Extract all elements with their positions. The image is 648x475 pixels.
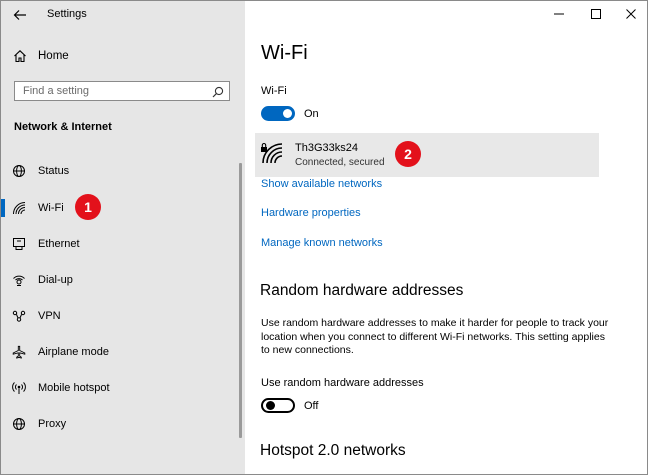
globe-icon xyxy=(12,417,26,431)
network-name: Th3G33ks24 xyxy=(295,142,358,154)
random-hardware-option-label: Use random hardware addresses xyxy=(261,377,424,389)
search-input[interactable] xyxy=(15,82,213,100)
search-icon[interactable] xyxy=(212,85,224,98)
wifi-toggle-state: On xyxy=(304,108,319,120)
random-hardware-description: Use random hardware addresses to make it… xyxy=(261,317,609,356)
wifi-toggle-label: Wi-Fi xyxy=(261,85,287,97)
home-icon xyxy=(13,49,27,63)
random-hardware-section-title: Random hardware addresses xyxy=(260,282,464,299)
toggle-knob xyxy=(283,109,292,118)
selection-indicator xyxy=(1,199,5,217)
search-box[interactable] xyxy=(14,81,230,101)
sidebar-item-wifi[interactable]: Wi-Fi xyxy=(1,194,239,222)
sidebar-item-ethernet[interactable]: Ethernet xyxy=(1,230,239,258)
home-label: Home xyxy=(38,50,69,62)
maximize-icon[interactable] xyxy=(581,1,611,27)
app-title: Settings xyxy=(47,8,87,20)
vpn-icon xyxy=(12,309,26,323)
sidebar-item-label: Airplane mode xyxy=(38,346,109,358)
hotspot-section-title: Hotspot 2.0 networks xyxy=(260,442,406,459)
annotation-badge: 1 xyxy=(75,194,101,220)
sidebar-item-label: Wi-Fi xyxy=(38,202,64,214)
show-available-networks-link[interactable]: Show available networks xyxy=(261,178,382,190)
hardware-properties-link[interactable]: Hardware properties xyxy=(261,207,361,219)
wifi-icon xyxy=(12,201,26,215)
home-nav-item[interactable]: Home xyxy=(1,45,245,69)
wifi-toggle[interactable] xyxy=(261,106,295,121)
sidebar: Settings Home Network & Internet Status xyxy=(1,1,245,474)
sidebar-scrollbar[interactable] xyxy=(239,163,242,438)
main-content: Wi-Fi Wi-Fi On Th3G33ks24 Connected, sec… xyxy=(245,1,647,474)
network-status: Connected, secured xyxy=(295,157,385,168)
annotation-badge: 2 xyxy=(395,141,421,167)
sidebar-item-vpn[interactable]: VPN xyxy=(1,302,239,330)
dial-up-icon xyxy=(12,273,26,287)
manage-known-networks-link[interactable]: Manage known networks xyxy=(261,237,383,249)
back-arrow-icon[interactable] xyxy=(11,6,29,24)
sidebar-item-mobile-hotspot[interactable]: Mobile hotspot xyxy=(1,374,239,402)
random-hardware-toggle-state: Off xyxy=(304,400,319,412)
sidebar-section-title: Network & Internet xyxy=(14,121,112,133)
airplane-icon xyxy=(12,345,26,359)
sidebar-item-airplane-mode[interactable]: Airplane mode xyxy=(1,338,239,366)
settings-window: Settings Home Network & Internet Status xyxy=(0,0,648,475)
page-title: Wi-Fi xyxy=(261,42,308,64)
random-hardware-toggle[interactable] xyxy=(261,398,295,413)
sidebar-item-label: Status xyxy=(38,165,70,177)
sidebar-item-label: Mobile hotspot xyxy=(38,382,110,394)
sidebar-item-status[interactable]: Status xyxy=(1,157,239,185)
sidebar-item-label: Proxy xyxy=(38,418,67,430)
sidebar-item-label: VPN xyxy=(38,310,61,322)
sidebar-item-proxy[interactable]: Proxy xyxy=(1,410,239,438)
sidebar-item-label: Dial-up xyxy=(38,274,73,286)
title-bar: Settings xyxy=(1,1,245,29)
sidebar-item-label: Ethernet xyxy=(38,238,80,250)
toggle-knob xyxy=(266,401,275,410)
minimize-icon[interactable] xyxy=(544,1,574,27)
close-icon[interactable] xyxy=(616,1,646,27)
connected-network-card[interactable]: Th3G33ks24 Connected, secured xyxy=(255,133,599,177)
globe-icon xyxy=(12,164,26,178)
ethernet-icon xyxy=(12,237,26,251)
secured-wifi-icon xyxy=(260,139,286,165)
hotspot-icon xyxy=(12,381,26,395)
sidebar-item-dial-up[interactable]: Dial-up xyxy=(1,266,239,294)
